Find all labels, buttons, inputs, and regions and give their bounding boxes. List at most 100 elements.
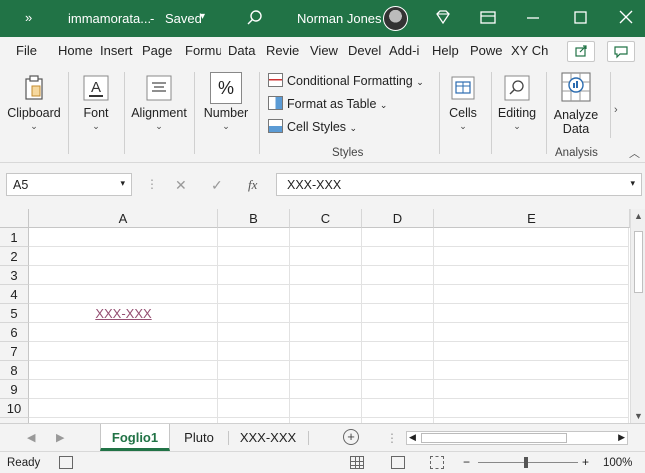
diamond-icon[interactable] xyxy=(432,8,454,28)
format-as-table-button[interactable]: Format as Table ⌄ xyxy=(268,96,387,114)
column-header-a[interactable]: A xyxy=(29,209,218,228)
alignment-button[interactable]: Alignment ⌄ xyxy=(128,66,190,158)
sheet-tab-foglio1[interactable]: Foglio1 xyxy=(100,424,170,451)
clipboard-button[interactable]: Clipboard ⌄ xyxy=(4,66,64,158)
name-box[interactable]: A5 ▾ xyxy=(6,173,132,196)
row-header[interactable]: 9 xyxy=(0,380,29,399)
cells-button[interactable]: Cells ⌄ xyxy=(443,66,483,158)
analyze-data-button[interactable]: Analyze Data xyxy=(551,66,601,158)
sheet-divider xyxy=(308,431,309,445)
quick-access-overflow-icon[interactable]: » xyxy=(25,10,32,25)
row-header[interactable]: 1 xyxy=(0,228,29,247)
tab-review[interactable]: Revie xyxy=(266,43,302,58)
tab-file[interactable]: File xyxy=(16,43,40,58)
sheet-next-icon[interactable]: ▶ xyxy=(56,431,64,444)
zoom-level[interactable]: 100% xyxy=(603,457,632,469)
styles-group-label: Styles xyxy=(332,147,364,159)
minimize-icon[interactable] xyxy=(522,8,544,28)
editing-button[interactable]: Editing ⌄ xyxy=(495,66,539,158)
formula-bar: A5 ▾ ⋮ ✕ ✓ fx XXX-XXX ▾ xyxy=(0,163,645,209)
scroll-thumb[interactable] xyxy=(634,231,643,293)
font-button[interactable]: A Font ⌄ xyxy=(72,66,120,158)
scroll-thumb[interactable] xyxy=(421,433,567,443)
tab-home[interactable]: Home xyxy=(58,43,94,58)
cell-styles-button[interactable]: Cell Styles ⌄ xyxy=(268,119,357,137)
cancel-icon[interactable]: ✕ xyxy=(175,177,187,194)
save-status[interactable]: Saved xyxy=(165,11,202,26)
page-break-view-icon[interactable] xyxy=(430,456,444,469)
scroll-right-icon[interactable]: ▶ xyxy=(618,432,625,443)
cell-a5-hyperlink[interactable]: XXX-XXX xyxy=(29,304,218,323)
share-button[interactable] xyxy=(567,41,595,62)
expand-formula-bar-icon[interactable]: ▾ xyxy=(630,178,635,189)
row-header[interactable]: 6 xyxy=(0,323,29,342)
accessibility-icon[interactable] xyxy=(59,456,73,469)
column-header-d[interactable]: D xyxy=(362,209,434,228)
tab-insert[interactable]: Insert xyxy=(100,43,134,58)
tab-data[interactable]: Data xyxy=(228,43,258,58)
row-header[interactable]: 2 xyxy=(0,247,29,266)
chevron-down-icon[interactable]: ▾ xyxy=(200,11,205,22)
editing-label: Editing xyxy=(497,106,537,120)
collapse-ribbon-icon[interactable]: ︿ xyxy=(629,145,640,161)
zoom-slider-handle[interactable] xyxy=(524,457,528,468)
worksheet-grid[interactable]: A B C D E 1 2 3 4 5 6 7 8 9 10 XXX-XXX xyxy=(0,209,630,423)
column-header-b[interactable]: B xyxy=(218,209,290,228)
page-layout-view-icon[interactable] xyxy=(391,456,405,469)
horizontal-scrollbar[interactable]: ◀ ▶ xyxy=(406,431,628,445)
column-header-e[interactable]: E xyxy=(434,209,630,228)
row-header[interactable]: 10 xyxy=(0,399,29,418)
chevron-down-icon: ⌄ xyxy=(459,121,467,131)
row-header[interactable]: 3 xyxy=(0,266,29,285)
sheet-prev-icon[interactable]: ◀ xyxy=(27,431,35,444)
group-divider xyxy=(491,72,492,154)
row-header[interactable]: 8 xyxy=(0,361,29,380)
ribbon-display-icon[interactable] xyxy=(477,8,499,28)
close-icon[interactable] xyxy=(615,8,637,28)
sheet-tab-xxx-xxx[interactable]: XXX-XXX xyxy=(230,424,306,451)
zoom-in-icon[interactable]: + xyxy=(582,455,589,469)
tab-xy-chart[interactable]: XY Ch xyxy=(511,43,549,58)
analyze-data-icon xyxy=(561,72,591,102)
tab-page-layout[interactable]: Page xyxy=(142,43,172,58)
column-header-c[interactable]: C xyxy=(290,209,362,228)
ribbon-scroll-right-icon[interactable]: › xyxy=(614,104,618,116)
row-header[interactable]: 4 xyxy=(0,285,29,304)
normal-view-icon[interactable] xyxy=(350,456,364,469)
grid-line xyxy=(29,265,629,266)
insert-function-icon[interactable]: fx xyxy=(248,177,257,193)
scroll-up-icon[interactable]: ▲ xyxy=(634,211,643,221)
chevron-down-icon[interactable]: ▾ xyxy=(120,178,125,189)
row-header[interactable]: 7 xyxy=(0,342,29,361)
tab-formulas[interactable]: Formu xyxy=(185,43,221,58)
vertical-scrollbar[interactable]: ▲ ▼ xyxy=(630,209,645,423)
enter-icon[interactable]: ✓ xyxy=(211,177,223,194)
tab-add-ins[interactable]: Add-i xyxy=(389,43,425,58)
grid-line xyxy=(29,246,629,247)
zoom-slider[interactable] xyxy=(478,462,578,463)
maximize-icon[interactable] xyxy=(569,8,591,28)
comments-button[interactable] xyxy=(607,41,635,62)
sheet-tab-pluto[interactable]: Pluto xyxy=(172,424,226,451)
tab-view[interactable]: View xyxy=(310,43,340,58)
scroll-left-icon[interactable]: ◀ xyxy=(409,432,416,443)
scroll-down-icon[interactable]: ▼ xyxy=(634,411,643,421)
formula-bar-handle-icon[interactable]: ⋮ xyxy=(146,177,158,191)
file-name[interactable]: immamorata... xyxy=(68,11,151,26)
formula-input[interactable]: XXX-XXX ▾ xyxy=(276,173,642,196)
tab-help[interactable]: Help xyxy=(432,43,462,58)
search-icon[interactable] xyxy=(244,7,266,29)
select-all-corner[interactable] xyxy=(0,209,29,228)
user-name[interactable]: Norman Jones xyxy=(297,11,382,26)
number-button[interactable]: % Number ⌄ xyxy=(198,66,254,158)
row-header[interactable]: 5 xyxy=(0,304,29,323)
avatar[interactable] xyxy=(383,6,408,31)
tab-developer[interactable]: Devel xyxy=(348,43,384,58)
tab-power-pivot[interactable]: Powe xyxy=(470,43,506,58)
zoom-out-icon[interactable]: − xyxy=(463,455,470,469)
font-label: Font xyxy=(83,106,109,120)
conditional-formatting-button[interactable]: Conditional Formatting ⌄ xyxy=(268,73,424,91)
chevron-down-icon: ⌄ xyxy=(92,121,100,131)
tab-split-handle-icon[interactable]: ⋮ xyxy=(386,431,398,445)
add-sheet-icon[interactable]: + xyxy=(343,429,359,445)
